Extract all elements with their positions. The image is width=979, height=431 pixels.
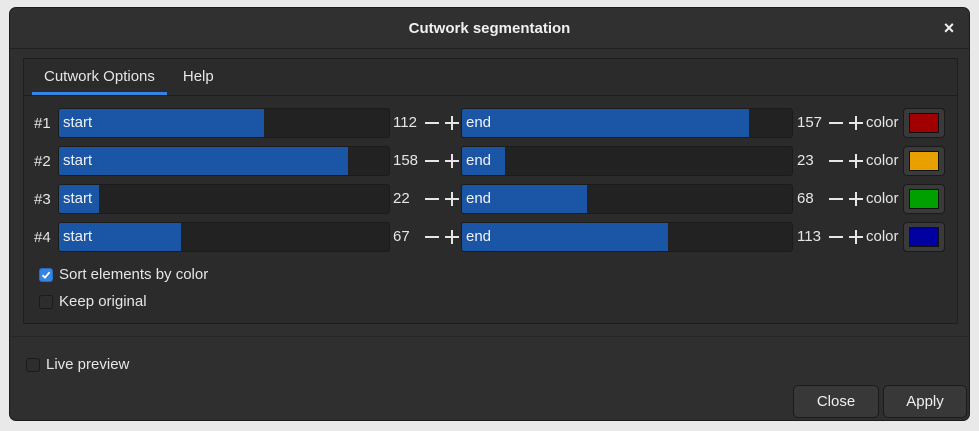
color-swatch [909, 227, 939, 247]
tab-bar: Cutwork Options Help [24, 59, 957, 96]
minus-icon[interactable] [829, 236, 843, 238]
end-stepper [829, 113, 863, 133]
start-slider[interactable]: start [58, 184, 390, 214]
color-label: color [866, 114, 899, 131]
segment-row: #1 start 112 end 157 color [24, 108, 957, 140]
end-slider[interactable]: end [461, 184, 793, 214]
color-picker-button[interactable] [903, 184, 945, 214]
minus-icon[interactable] [829, 122, 843, 124]
color-label: color [866, 228, 899, 245]
minus-icon[interactable] [425, 160, 439, 162]
checkbox-unchecked-icon [26, 357, 40, 372]
end-value: 23 [797, 152, 814, 169]
color-swatch [909, 113, 939, 133]
color-swatch [909, 151, 939, 171]
plus-icon[interactable] [849, 230, 863, 244]
title-bar: Cutwork segmentation × [10, 8, 969, 49]
start-slider-fill [59, 147, 348, 175]
end-slider-label: end [466, 190, 492, 207]
minus-icon[interactable] [425, 198, 439, 200]
start-stepper [425, 151, 459, 171]
end-slider-fill [462, 109, 750, 137]
start-stepper [425, 113, 459, 133]
plus-icon[interactable] [445, 192, 459, 206]
apply-button[interactable]: Apply [883, 385, 967, 418]
color-picker-button[interactable] [903, 146, 945, 176]
end-value: 113 [797, 228, 821, 245]
sort-by-color-checkbox[interactable]: Sort elements by color [39, 266, 208, 283]
start-slider[interactable]: start [58, 222, 390, 252]
minus-icon[interactable] [425, 122, 439, 124]
end-stepper [829, 189, 863, 209]
window-title: Cutwork segmentation [408, 19, 571, 37]
minus-icon[interactable] [425, 236, 439, 238]
checkbox-checked-icon [39, 267, 53, 282]
live-preview-checkbox[interactable]: Live preview [26, 356, 129, 373]
end-slider[interactable]: end [461, 108, 793, 138]
minus-icon[interactable] [829, 160, 843, 162]
tab-cutwork-options[interactable]: Cutwork Options [32, 59, 167, 95]
color-label: color [866, 190, 899, 207]
segment-number: #2 [34, 153, 51, 170]
start-slider-label: start [63, 190, 93, 207]
segment-row: #3 start 22 end 68 color [24, 184, 957, 216]
tab-help[interactable]: Help [171, 59, 226, 95]
minus-icon[interactable] [829, 198, 843, 200]
end-slider-label: end [466, 114, 492, 131]
end-value: 157 [797, 114, 823, 131]
segment-number: #1 [34, 115, 51, 132]
end-value: 68 [797, 190, 814, 207]
segment-number: #4 [34, 229, 51, 246]
color-swatch [909, 189, 939, 209]
end-slider[interactable]: end [461, 146, 793, 176]
live-preview-label: Live preview [46, 356, 130, 373]
separator [10, 336, 969, 337]
checkbox-unchecked-icon [39, 294, 53, 309]
plus-icon[interactable] [445, 230, 459, 244]
options-notebook: Cutwork Options Help #1 start 112 end 15… [23, 58, 958, 324]
plus-icon[interactable] [445, 116, 459, 130]
start-value: 67 [393, 228, 410, 245]
plus-icon[interactable] [849, 154, 863, 168]
plus-icon[interactable] [849, 116, 863, 130]
segment-row: #2 start 158 end 23 color [24, 146, 957, 178]
close-icon[interactable]: × [937, 16, 961, 40]
cutwork-dialog: Cutwork segmentation × Cutwork Options H… [9, 7, 970, 421]
close-button[interactable]: Close [793, 385, 879, 418]
start-slider-label: start [63, 114, 93, 131]
plus-icon[interactable] [445, 154, 459, 168]
start-slider-label: start [63, 228, 93, 245]
color-picker-button[interactable] [903, 108, 945, 138]
start-stepper [425, 189, 459, 209]
color-picker-button[interactable] [903, 222, 945, 252]
end-stepper [829, 227, 863, 247]
end-slider-fill [462, 223, 669, 251]
segment-number: #3 [34, 191, 51, 208]
start-stepper [425, 227, 459, 247]
start-value: 158 [393, 152, 419, 169]
end-slider[interactable]: end [461, 222, 793, 252]
plus-icon[interactable] [849, 192, 863, 206]
start-value: 112 [393, 114, 417, 131]
end-slider-label: end [466, 228, 492, 245]
start-slider[interactable]: start [58, 146, 390, 176]
start-slider-label: start [63, 152, 93, 169]
end-slider-label: end [466, 152, 492, 169]
sort-by-color-label: Sort elements by color [59, 266, 209, 283]
keep-original-checkbox[interactable]: Keep original [39, 293, 147, 310]
start-slider[interactable]: start [58, 108, 390, 138]
segment-row: #4 start 67 end 113 color [24, 222, 957, 254]
color-label: color [866, 152, 899, 169]
keep-original-label: Keep original [59, 293, 147, 310]
start-value: 22 [393, 190, 410, 207]
end-stepper [829, 151, 863, 171]
